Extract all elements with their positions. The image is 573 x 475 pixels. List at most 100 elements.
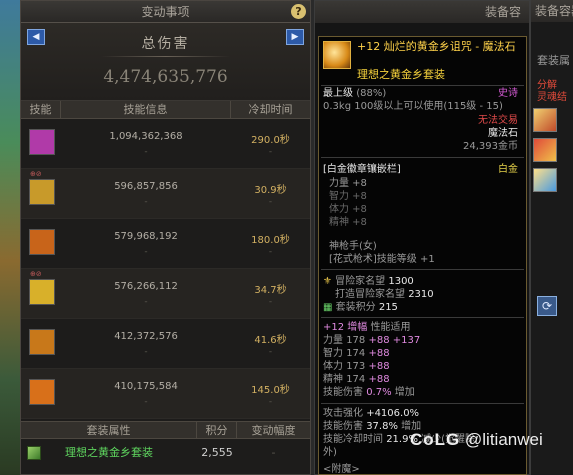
level-requirement: 100级以上可以使用(115级 - 15) — [354, 101, 503, 112]
skill-icon — [29, 279, 55, 305]
damage-delta: - — [144, 197, 148, 207]
item-type: 魔法石 — [488, 128, 518, 139]
skill-damage: 579,968,192 — [114, 231, 178, 242]
amplify-subtitle: 性能适用 — [370, 322, 411, 333]
skill-damage-word: 增加 — [394, 387, 415, 398]
skill-icon — [29, 329, 55, 355]
set-icon — [27, 446, 41, 460]
skill-cooldown-label: 技能冷却时间 — [323, 434, 383, 445]
damage-delta: - — [144, 397, 148, 407]
untradeable: 无法交易 — [478, 115, 518, 126]
col-skill: 技能 — [21, 101, 61, 118]
amplify-title: +12 增幅 — [323, 322, 368, 333]
divider — [321, 269, 524, 270]
grade-percent: (88%) — [356, 88, 387, 99]
skill-row[interactable]: 410,175,584- 145.0秒 - — [21, 369, 310, 419]
change-details-panel: 变动事项 ? ◀ ▶ 总伤害 4,474,635,776 技能 技能信息 冷却时… — [20, 0, 311, 475]
col-score: 积分 — [197, 422, 237, 438]
total-damage-header: ◀ ▶ 总伤害 4,474,635,776 — [21, 23, 310, 101]
equipment-slot-icon[interactable] — [533, 138, 557, 162]
col-change: 变动幅度 — [251, 424, 296, 437]
panel-title-text: 变动事项 — [141, 5, 190, 19]
magic-stone-icon — [323, 41, 351, 69]
skill-badges: ⊕⊘ — [30, 270, 42, 278]
item-name: +12 灿烂的黄金乡诅咒 - 魔法石 — [357, 40, 516, 53]
skill-table-body: 1,094,362,368- 290.0秒 - ⊕⊘ 596,857,856- 3… — [21, 119, 310, 419]
total-damage-label: 总伤害 — [141, 36, 190, 52]
amp-stat-label: 智力 — [323, 348, 343, 359]
container-title: 装备容器 — [531, 0, 573, 22]
divider — [321, 85, 524, 86]
skill-row[interactable]: 412,372,576- 41.6秒 - — [21, 319, 310, 369]
set-row[interactable]: 理想之黄金乡套装 2,555 - — [21, 441, 310, 465]
set-attribute-tab[interactable]: 套装属 — [537, 52, 570, 68]
fame-label: 冒险家名望 — [335, 276, 386, 287]
cooldown-delta: - — [268, 197, 273, 207]
damage-delta: - — [144, 147, 148, 157]
watermark-brand: CoLG — [410, 430, 461, 449]
skill-damage: 410,175,584 — [114, 381, 178, 392]
disassemble-text: 分解 — [537, 80, 557, 91]
col-skill-info: 技能信息 — [61, 101, 231, 118]
set-score-label: 套装积分 — [335, 302, 376, 313]
cooldown-delta: - — [268, 147, 273, 157]
set-score-value: 215 — [378, 302, 398, 313]
fame-icon: ⚜ — [323, 276, 332, 287]
socket-stat: 精神 +8 — [329, 217, 367, 228]
game-background — [0, 0, 20, 475]
cooldown-delta: - — [268, 347, 273, 357]
skill-damage-label: 技能伤害 — [323, 387, 363, 398]
skill-row[interactable]: 579,968,192- 180.0秒 - — [21, 219, 310, 269]
help-icon[interactable]: ? — [291, 4, 306, 19]
skill-table-header: 技能 技能信息 冷却时间 — [21, 101, 310, 119]
amp-stat-base: 173 — [346, 361, 366, 372]
skill-damage: 1,094,362,368 — [109, 131, 183, 142]
skill-damage: 596,857,856 — [114, 181, 178, 192]
skill-cooldown: 290.0秒 — [251, 135, 290, 146]
amp-stat-label: 力量 — [323, 335, 343, 346]
skill-cooldown: 180.0秒 — [251, 235, 290, 246]
skill-row[interactable]: ⊕⊘ 576,266,112- 34.7秒 - — [21, 269, 310, 319]
equipment-panel-title: 装备容 — [315, 1, 529, 23]
skill-icon — [29, 379, 55, 405]
damage-delta: - — [144, 247, 148, 257]
skill-cooldown: 145.0秒 — [251, 385, 290, 396]
skill-damage-label: 技能伤害 — [323, 421, 363, 432]
item-price: 24,393金币 — [463, 141, 518, 152]
damage-delta: - — [144, 297, 148, 307]
skill-row[interactable]: 1,094,362,368- 290.0秒 - — [21, 119, 310, 169]
amp-stat-base: 178 — [346, 335, 366, 346]
amp-stat-total: +137 — [392, 335, 421, 346]
skill-damage-value: 0.7% — [366, 387, 392, 398]
watermark-handle: @litianwei — [465, 430, 543, 449]
panel-title: 变动事项 ? — [21, 1, 310, 23]
amp-stat-base: 174 — [346, 374, 366, 385]
skill-cooldown: 34.7秒 — [254, 285, 287, 296]
skill-cooldown: 30.9秒 — [254, 185, 287, 196]
total-damage-value: 4,474,635,776 — [103, 67, 228, 87]
skill-icon — [29, 229, 55, 255]
skill-damage-value: 37.8% — [366, 421, 398, 432]
col-cooldown: 冷却时间 — [248, 103, 293, 116]
enchant-label: <附魔> — [323, 464, 360, 475]
grade-label: 最上级 — [323, 88, 353, 99]
forge-fame-value: 2310 — [408, 289, 434, 300]
socket-stat: 体力 +8 — [329, 204, 367, 215]
attack-boost-value: +4106.0% — [366, 408, 420, 419]
equipment-container-panel: 装备容器 套装属 分解 灵魂结 ⟳ — [530, 0, 573, 475]
skill-badges: ⊕⊘ — [30, 170, 42, 178]
skill-row[interactable]: ⊕⊘ 596,857,856- 30.9秒 - — [21, 169, 310, 219]
set-score: 2,555 — [201, 446, 233, 459]
socket-stat: 力量 +8 — [329, 178, 367, 189]
equipment-slot-icon[interactable] — [533, 168, 557, 192]
amp-stat-plus: +88 — [368, 374, 390, 385]
cooldown-delta: - — [268, 297, 273, 307]
weight: 0.3kg — [323, 101, 352, 112]
set-table-header: 套装属性 积分 变动幅度 — [21, 421, 310, 439]
item-tooltip: +12 灿烂的黄金乡诅咒 - 魔法石 理想之黄金乡套装 最上级 (88%) 史诗… — [318, 36, 527, 475]
divider — [101, 56, 230, 57]
amp-stat-label: 精神 — [323, 374, 343, 385]
equipment-slot-icon[interactable] — [533, 108, 557, 132]
refresh-icon[interactable]: ⟳ — [537, 296, 557, 316]
set-score-icon: ▦ — [323, 302, 333, 313]
